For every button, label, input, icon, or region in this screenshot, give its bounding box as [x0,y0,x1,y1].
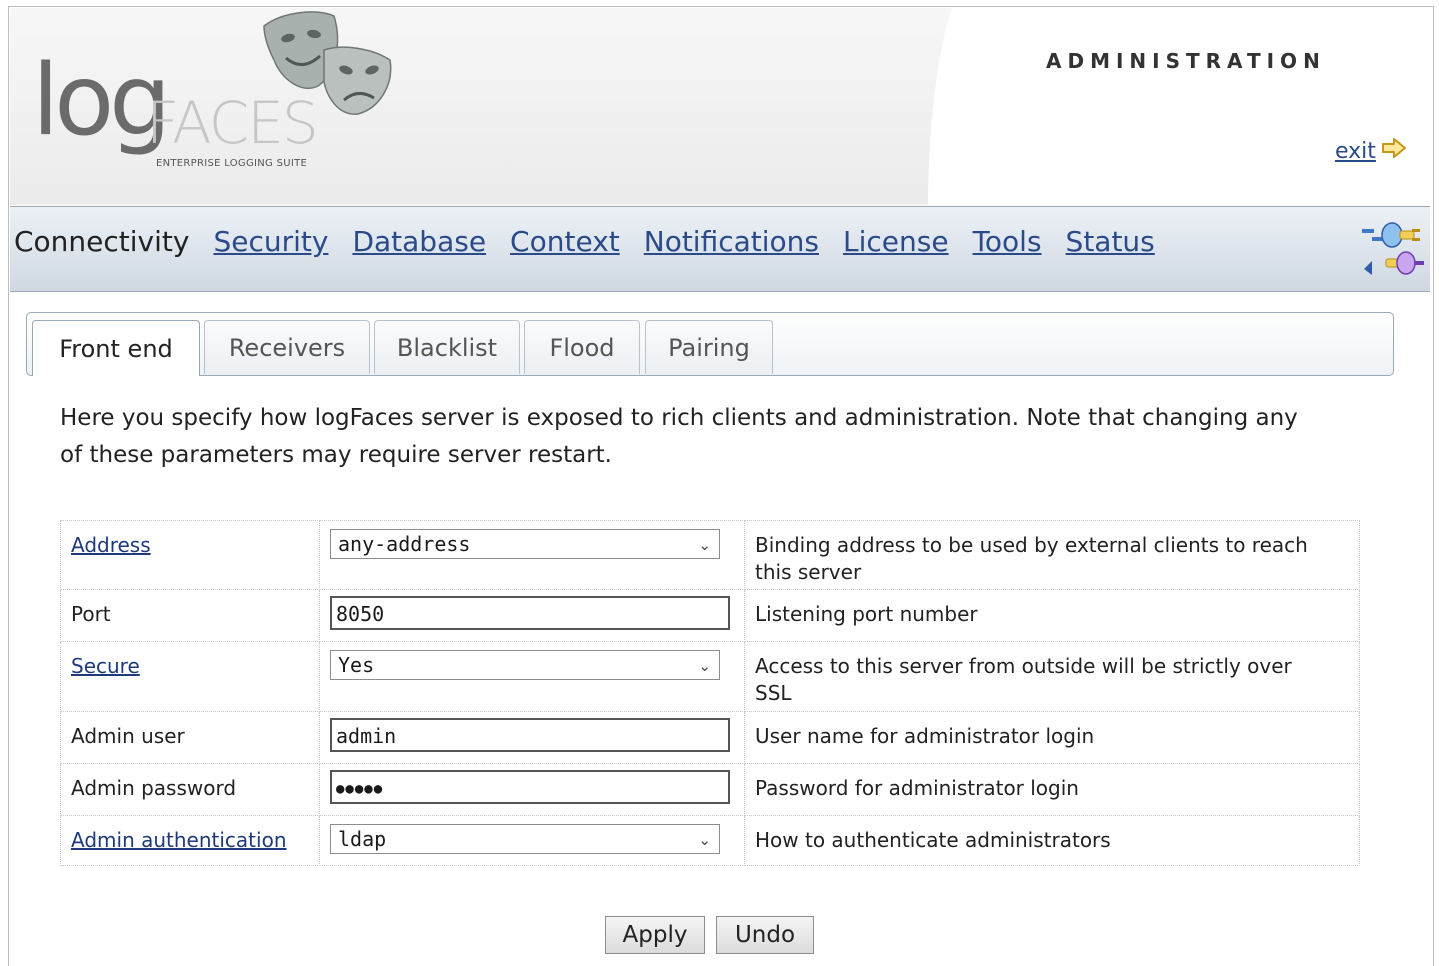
param-label[interactable]: Admin authentication [60,815,320,866]
address-select[interactable]: any-address ⌄ [330,529,720,559]
admin-authentication-select-value: ldap [338,827,387,851]
settings-table: Address any-address ⌄ Binding address to … [60,520,1360,866]
main-nav: Connectivity Security Database Context N… [10,206,1430,292]
address-label-link[interactable]: Address [71,533,151,557]
tab-pairing[interactable]: Pairing [645,320,773,374]
section-title: ADMINISTRATION [1046,49,1326,73]
port-label: Port [60,589,320,642]
nav-item-tools[interactable]: Tools [973,225,1042,258]
param-control: 8050 [319,589,745,642]
table-row: Admin authentication ldap ⌄ How to authen… [60,815,1360,866]
table-row: Admin user admin User name for administr… [60,711,1360,764]
table-row: Port 8050 Listening port number [60,589,1360,642]
admin-authentication-select[interactable]: ldap ⌄ [330,824,720,854]
secure-select[interactable]: Yes ⌄ [330,650,720,680]
exit-link[interactable]: exit [1335,139,1376,164]
param-label[interactable]: Address [60,520,320,590]
param-description: Password for administrator login [744,763,1360,816]
intro-text: Here you specify how logFaces server is … [60,400,1360,474]
tab-receivers[interactable]: Receivers [204,320,370,374]
tab-front-end[interactable]: Front end [32,320,200,376]
theater-masks-icon [263,11,392,115]
nav-item-database[interactable]: Database [352,225,486,258]
param-description-line: User name for administrator login [755,724,1095,748]
nav-item-context[interactable]: Context [510,225,620,258]
tab-flood[interactable]: Flood [524,320,640,374]
param-description-line: SSL [755,681,792,705]
arrow-right-outline-icon[interactable] [1381,137,1407,159]
param-control: Yes ⌄ [319,641,745,712]
param-description: How to authenticate administrators [744,815,1360,866]
nav-item-notifications[interactable]: Notifications [644,225,819,258]
param-description-line: Binding address to be used by external c… [755,533,1308,557]
admin-user-label: Admin user [60,711,320,764]
plug-connection-icon [1362,222,1424,275]
table-row: Admin password ●●●●● Password for admini… [60,763,1360,816]
admin-user-input[interactable]: admin [330,718,730,752]
nav-item-security[interactable]: Security [213,225,328,258]
param-description-line: Listening port number [755,602,978,626]
intro-line: of these parameters may require server r… [60,442,612,468]
param-control: ldap ⌄ [319,815,745,866]
param-description-line: Password for administrator login [755,776,1079,800]
logo-tagline: ENTERPRISE LOGGING SUITE [156,158,308,169]
chevron-down-icon: ⌄ [698,536,711,554]
admin-password-label: Admin password [60,763,320,816]
chevron-down-icon: ⌄ [698,657,711,675]
admin-authentication-label-link[interactable]: Admin authentication [71,828,287,852]
page-header: log FACES ENTERPRISE LOGGING SUITE ADMIN… [10,8,1430,205]
nav-items: Connectivity Security Database Context N… [14,225,1179,258]
secure-label-link[interactable]: Secure [71,654,140,678]
nav-item-status[interactable]: Status [1066,225,1155,258]
param-description-line: How to authenticate administrators [755,828,1111,852]
admin-password-input[interactable]: ●●●●● [330,770,730,804]
param-control: ●●●●● [319,763,745,816]
param-label[interactable]: Secure [60,641,320,712]
intro-line: Here you specify how logFaces server is … [60,405,1298,431]
param-control: admin [319,711,745,764]
param-description-line: Access to this server from outside will … [755,654,1292,678]
param-description-line: this server [755,560,862,584]
nav-item-connectivity[interactable]: Connectivity [14,225,189,258]
param-control: any-address ⌄ [319,520,745,590]
param-description: Listening port number [744,589,1360,642]
nav-item-license[interactable]: License [843,225,949,258]
tab-blacklist[interactable]: Blacklist [374,320,520,374]
undo-button[interactable]: Undo [716,916,814,954]
param-description: Binding address to be used by external c… [744,520,1360,590]
table-row: Secure Yes ⌄ Access to this server from o… [60,641,1360,712]
table-row: Address any-address ⌄ Binding address to … [60,520,1360,590]
port-input[interactable]: 8050 [330,596,730,630]
apply-button[interactable]: Apply [605,916,705,954]
param-description: Access to this server from outside will … [744,641,1360,712]
secure-select-value: Yes [338,653,375,677]
address-select-value: any-address [338,532,471,556]
param-description: User name for administrator login [744,711,1360,764]
chevron-down-icon: ⌄ [698,831,711,849]
